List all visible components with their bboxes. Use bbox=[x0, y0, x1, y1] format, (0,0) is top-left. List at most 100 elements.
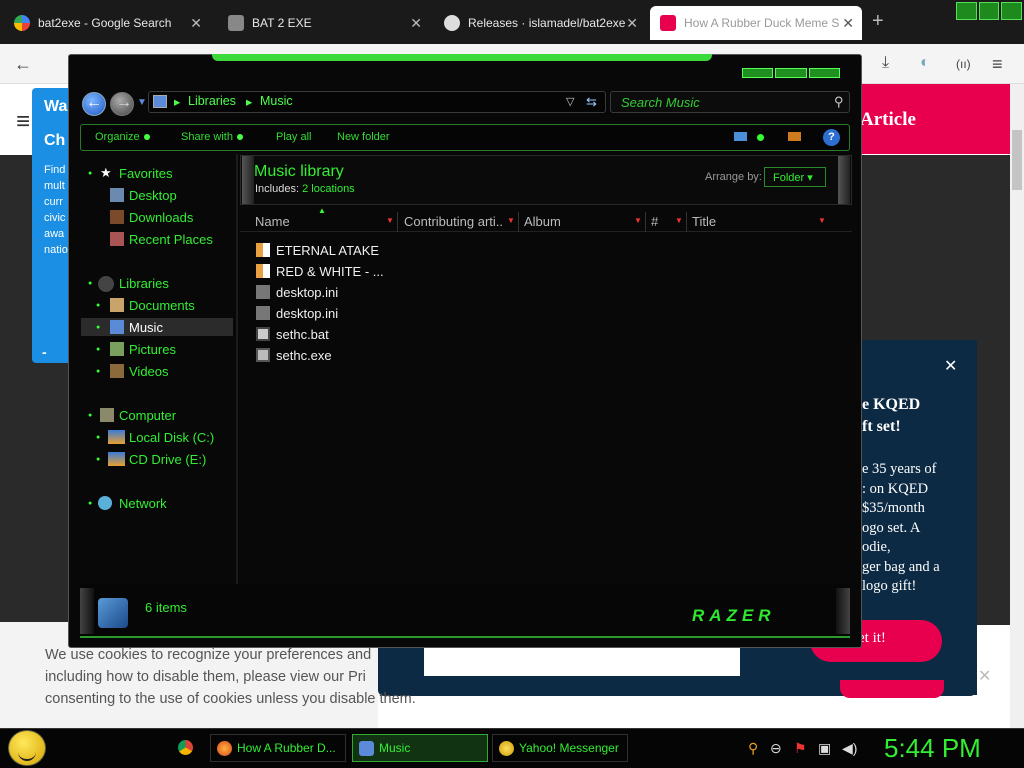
preview-pane-icon[interactable] bbox=[788, 132, 801, 141]
network-icon bbox=[98, 496, 112, 510]
column-name[interactable]: Name bbox=[255, 214, 375, 229]
library-includes: Includes: 2 locations bbox=[255, 183, 355, 195]
arrange-by-dropdown[interactable]: Folder ▾ bbox=[764, 167, 826, 187]
tab-title: BAT 2 EXE bbox=[252, 16, 312, 30]
clock[interactable]: 5:44 PM bbox=[884, 733, 981, 764]
nav-network[interactable]: Network bbox=[119, 496, 167, 511]
browser-tab-google[interactable]: bat2exe - Google Search ✕ bbox=[4, 6, 210, 40]
kqed-icon bbox=[660, 15, 676, 31]
new-folder-button[interactable]: New folder bbox=[337, 131, 390, 143]
nav-favorites[interactable]: Favorites bbox=[119, 166, 172, 181]
column-album[interactable]: Album bbox=[524, 214, 624, 229]
column-dropdown-icon[interactable]: ▼ bbox=[386, 216, 394, 225]
start-button[interactable] bbox=[8, 730, 46, 766]
nav-documents[interactable]: Documents bbox=[129, 298, 195, 313]
file-item[interactable]: desktop.ini bbox=[276, 285, 338, 300]
column-separator[interactable] bbox=[645, 212, 646, 232]
column-dropdown-icon[interactable]: ▼ bbox=[507, 216, 515, 225]
back-arrow-icon[interactable]: ← bbox=[14, 54, 32, 75]
taskbar-item-yahoo[interactable]: Yahoo! Messenger bbox=[492, 734, 628, 762]
extension-icon[interactable]: ◐ bbox=[920, 54, 930, 72]
nav-music[interactable]: Music bbox=[129, 320, 163, 335]
browser-window-controls[interactable] bbox=[956, 2, 1023, 20]
hamburger-icon[interactable]: ≡ bbox=[16, 108, 30, 136]
library-locations-link[interactable]: 2 locations bbox=[302, 183, 355, 195]
column-dropdown-icon[interactable]: ▼ bbox=[675, 216, 683, 225]
nav-cd-drive[interactable]: CD Drive (E:) bbox=[129, 452, 206, 467]
breadcrumb-libraries[interactable]: Libraries bbox=[188, 94, 236, 108]
address-dropdown-icon[interactable]: ▽ bbox=[566, 95, 574, 108]
forward-button[interactable]: → bbox=[110, 92, 134, 116]
nav-pictures[interactable]: Pictures bbox=[129, 342, 176, 357]
play-all-button[interactable]: Play all bbox=[276, 131, 311, 143]
info-card[interactable]: Wa Ch Find mult curr civic awa natio - bbox=[32, 88, 72, 363]
view-dropdown-icon[interactable] bbox=[757, 134, 764, 141]
taskbar-item-firefox[interactable]: How A Rubber D... bbox=[210, 734, 346, 762]
pane-divider[interactable] bbox=[236, 154, 238, 584]
browser-tab-bat2exe[interactable]: BAT 2 EXE ✕ bbox=[218, 6, 430, 40]
view-icon[interactable] bbox=[734, 132, 747, 141]
music-icon bbox=[110, 320, 124, 334]
breadcrumb-music[interactable]: Music bbox=[260, 94, 293, 108]
volume-icon[interactable]: ◀) bbox=[842, 740, 857, 757]
taskbar-item-music[interactable]: Music bbox=[352, 734, 488, 762]
nav-videos[interactable]: Videos bbox=[129, 364, 169, 379]
column-separator[interactable] bbox=[397, 212, 398, 232]
nav-downloads[interactable]: Downloads bbox=[129, 210, 193, 225]
close-icon[interactable]: ✕ bbox=[190, 15, 202, 32]
search-icon[interactable]: ⚲ bbox=[748, 740, 758, 757]
expand-bullet: ● bbox=[88, 412, 93, 419]
explorer-window-controls[interactable] bbox=[742, 68, 840, 78]
back-button[interactable]: ← bbox=[82, 92, 106, 116]
share-with-button[interactable]: Share with bbox=[181, 131, 243, 143]
nav-desktop[interactable]: Desktop bbox=[129, 188, 177, 203]
breadcrumb-separator[interactable]: ▸ bbox=[246, 94, 252, 109]
nav-recent-places[interactable]: Recent Places bbox=[129, 232, 213, 247]
close-icon[interactable]: ✕ bbox=[978, 666, 991, 686]
recent-pages-dropdown-icon[interactable]: ▼ bbox=[137, 97, 147, 108]
column-contributing-artists[interactable]: Contributing arti... bbox=[404, 214, 504, 229]
flag-icon[interactable]: ⚑ bbox=[794, 740, 807, 757]
minus-icon[interactable]: ⊖ bbox=[770, 740, 782, 757]
help-icon[interactable]: ? bbox=[823, 129, 840, 146]
column-separator[interactable] bbox=[686, 212, 687, 232]
file-item[interactable]: ETERNAL ATAKE bbox=[276, 243, 379, 258]
menu-icon[interactable]: ≡ bbox=[992, 54, 1003, 75]
file-item[interactable]: sethc.exe bbox=[276, 348, 332, 363]
expand-bullet: ● bbox=[96, 456, 101, 463]
browser-tab-github[interactable]: Releases · islamadel/bat2exe ✕ bbox=[434, 6, 646, 40]
download-icon[interactable]: ⤓ bbox=[882, 54, 889, 72]
column-dropdown-icon[interactable]: ▼ bbox=[818, 216, 826, 225]
promo-secondary-button[interactable] bbox=[840, 680, 944, 698]
breadcrumb-separator[interactable]: ▸ bbox=[174, 94, 180, 109]
close-icon[interactable]: ✕ bbox=[944, 356, 957, 376]
file-item[interactable]: sethc.bat bbox=[276, 327, 329, 342]
scrollbar-thumb[interactable] bbox=[1012, 130, 1022, 190]
close-icon[interactable]: ✕ bbox=[410, 15, 422, 32]
share-label: Share with bbox=[181, 131, 233, 143]
nav-libraries[interactable]: Libraries bbox=[119, 276, 169, 291]
browser-tab-kqed[interactable]: How A Rubber Duck Meme S ✕ bbox=[650, 6, 862, 40]
nav-computer[interactable]: Computer bbox=[119, 408, 176, 423]
column-title[interactable]: Title bbox=[692, 214, 812, 229]
nav-local-disk[interactable]: Local Disk (C:) bbox=[129, 430, 214, 445]
search-icon[interactable]: ⚲ bbox=[834, 94, 844, 110]
search-input[interactable]: Search Music bbox=[610, 91, 850, 113]
card-toggle[interactable]: - bbox=[42, 344, 47, 360]
chrome-icon[interactable] bbox=[178, 740, 193, 755]
exe-file-icon bbox=[256, 348, 270, 362]
refresh-icon[interactable]: ⇆ bbox=[586, 94, 597, 110]
organize-button[interactable]: Organize bbox=[95, 131, 150, 143]
column-track-number[interactable]: # bbox=[651, 214, 671, 229]
close-icon[interactable]: ✕ bbox=[842, 15, 854, 32]
new-tab-button[interactable]: + bbox=[872, 10, 884, 33]
reader-icon[interactable]: (ıı) bbox=[956, 57, 971, 71]
file-item[interactable]: desktop.ini bbox=[276, 306, 338, 321]
close-icon[interactable]: ✕ bbox=[626, 15, 638, 32]
file-item[interactable]: RED & WHITE - ... bbox=[276, 264, 384, 279]
promo-input[interactable] bbox=[424, 648, 740, 676]
network-icon[interactable]: ▣ bbox=[818, 740, 831, 757]
column-dropdown-icon[interactable]: ▼ bbox=[634, 216, 642, 225]
column-separator[interactable] bbox=[518, 212, 519, 232]
article-banner[interactable]: Article bbox=[860, 84, 1010, 154]
